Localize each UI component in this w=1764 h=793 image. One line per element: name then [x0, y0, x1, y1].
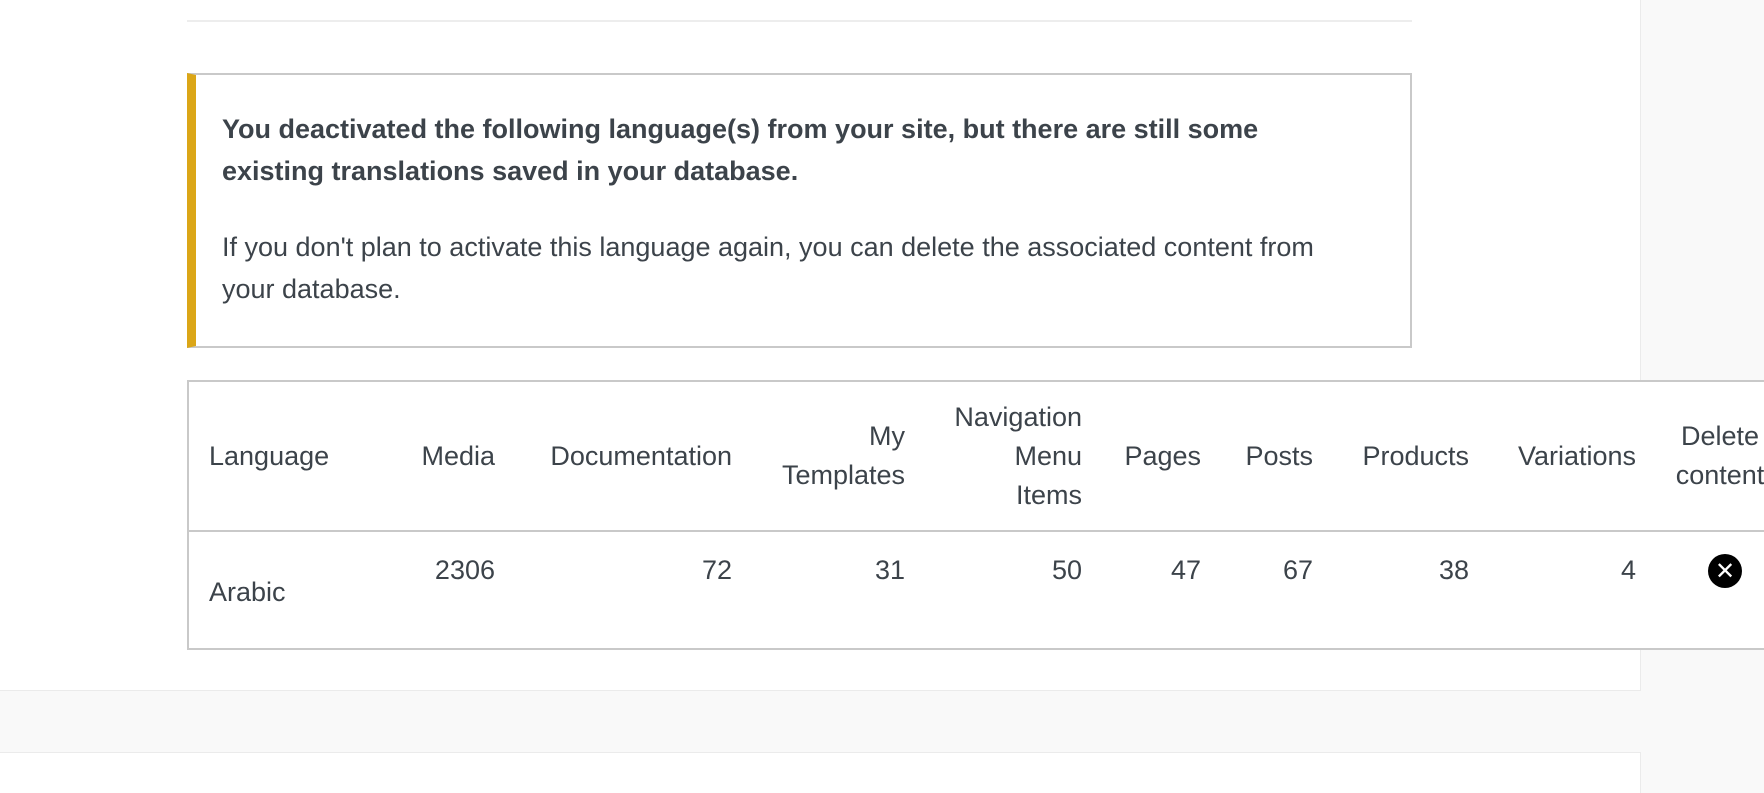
- column-header-posts: Posts: [1201, 382, 1313, 532]
- close-icon: ✕: [1714, 557, 1736, 585]
- cell-pages: 47: [1082, 531, 1201, 648]
- posts-count: 67: [1282, 555, 1313, 585]
- pages-count: 47: [1170, 555, 1201, 585]
- cell-documentation: 72: [495, 531, 732, 648]
- column-header-media: Media: [376, 382, 495, 532]
- header-line: Menu: [1014, 440, 1082, 471]
- column-header-products: Products: [1313, 382, 1469, 532]
- header-line: Items: [1015, 479, 1082, 510]
- navigation-menu-items-count: 50: [1051, 555, 1082, 585]
- warning-notice: You deactivated the following language(s…: [187, 73, 1412, 348]
- notice-title: You deactivated the following language(s…: [222, 114, 1259, 186]
- column-header-delete-content: Delete content: [1636, 382, 1764, 532]
- table-row: Arabic 2306 72 31 50 47 67 38 4 ✕: [189, 531, 1764, 648]
- my-templates-count: 31: [874, 555, 905, 585]
- cell-language: Arabic: [189, 531, 376, 648]
- divider: [187, 20, 1412, 22]
- lower-panel: [0, 752, 1641, 793]
- header-line: Navigation: [954, 401, 1082, 432]
- cell-variations: 4: [1469, 531, 1636, 648]
- language-content-table: Language Media Documentation My Template…: [187, 380, 1764, 650]
- delete-content-button[interactable]: ✕: [1708, 554, 1742, 588]
- column-header-documentation: Documentation: [495, 382, 732, 532]
- column-header-navigation-menu-items: Navigation Menu Items: [905, 382, 1082, 532]
- column-header-pages: Pages: [1082, 382, 1201, 532]
- products-count: 38: [1438, 555, 1469, 585]
- cell-media: 2306: [376, 531, 495, 648]
- cell-delete-content: ✕: [1636, 531, 1764, 648]
- header-line: Templates: [781, 460, 905, 490]
- notice-text: If you don't plan to activate this langu…: [222, 232, 1314, 304]
- cell-my-templates: 31: [732, 531, 905, 648]
- header-line: content: [1675, 460, 1764, 490]
- header-line: My: [869, 421, 905, 451]
- cell-products: 38: [1313, 531, 1469, 648]
- cell-navigation-menu-items: 50: [905, 531, 1082, 648]
- column-header-my-templates: My Templates: [732, 382, 905, 532]
- media-count: 2306: [434, 555, 495, 585]
- header-line: Delete: [1680, 421, 1760, 451]
- table-header-row: Language Media Documentation My Template…: [189, 382, 1764, 532]
- variations-count: 4: [1620, 555, 1636, 585]
- language-name: Arabic: [209, 577, 286, 607]
- cell-posts: 67: [1201, 531, 1313, 648]
- column-header-language: Language: [189, 382, 376, 532]
- column-header-variations: Variations: [1469, 382, 1636, 532]
- documentation-count: 72: [701, 555, 732, 585]
